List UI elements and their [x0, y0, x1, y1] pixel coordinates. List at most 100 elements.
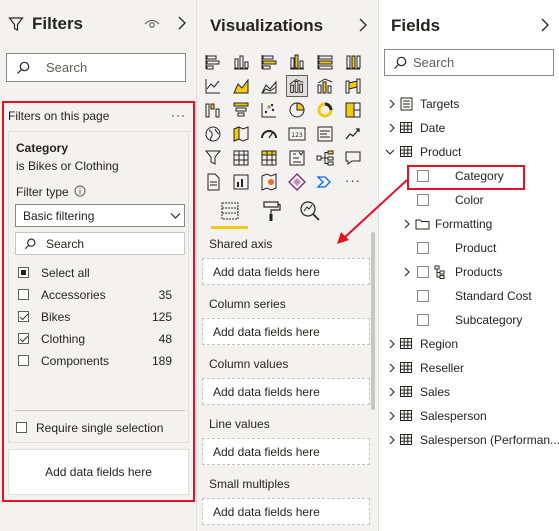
line-and-clustered-column-icon[interactable]	[316, 77, 334, 95]
field-table-reseller[interactable]: Reseller	[379, 358, 559, 378]
map-icon[interactable]	[204, 125, 222, 143]
collapse-fields-chevron-icon[interactable]	[539, 17, 551, 33]
field-table-targets[interactable]: Targets	[379, 94, 559, 114]
scatter-chart-icon[interactable]	[260, 101, 278, 119]
field-table-date[interactable]: Date	[379, 118, 559, 138]
divider	[15, 410, 185, 411]
add-data-fields-well[interactable]: Add data fields here	[8, 449, 189, 495]
build-visual-tab-icon[interactable]	[220, 201, 240, 221]
checkbox[interactable]	[16, 422, 27, 433]
matrix-icon[interactable]	[260, 149, 278, 167]
100-stacked-bar-icon[interactable]	[316, 53, 334, 71]
analytics-magnifier-icon[interactable]	[299, 200, 321, 222]
filter-card-search-input[interactable]: Search	[15, 232, 185, 255]
ribbon-chart-icon[interactable]	[344, 77, 362, 95]
field-label: Formatting	[435, 217, 493, 231]
field-folder-formatting[interactable]: Formatting	[379, 214, 559, 234]
filter-item-label: Select all	[41, 266, 90, 280]
filters-search-input[interactable]: Search	[6, 53, 186, 82]
well-label-column-values: Column values	[209, 357, 289, 371]
checkbox[interactable]	[18, 333, 29, 344]
filter-item-accessories[interactable]: Accessories 35	[9, 285, 190, 305]
field-hierarchy-products[interactable]: Products	[379, 262, 559, 282]
filter-item-components[interactable]: Components 189	[9, 351, 190, 371]
filter-item-bikes[interactable]: Bikes 125	[9, 307, 190, 327]
checkbox[interactable]	[18, 289, 29, 300]
power-automate-icon[interactable]	[316, 173, 334, 191]
card-icon[interactable]: 123	[288, 125, 306, 143]
field-product[interactable]: Product	[379, 238, 559, 258]
table-icon[interactable]	[232, 149, 250, 167]
viz-scrollbar[interactable]	[371, 232, 375, 410]
chevron-right-icon	[389, 99, 395, 109]
info-icon[interactable]	[74, 185, 86, 197]
well-column-series[interactable]: Add data fields here	[202, 318, 370, 345]
field-subcategory[interactable]: Subcategory	[379, 310, 559, 330]
filter-item-select-all[interactable]: Select all	[9, 263, 190, 283]
line-chart-icon[interactable]	[204, 77, 222, 95]
treemap-icon[interactable]	[344, 101, 362, 119]
field-table-sales[interactable]: Sales	[379, 382, 559, 402]
waterfall-chart-icon[interactable]	[204, 101, 222, 119]
well-shared-axis[interactable]: Add data fields here	[202, 258, 370, 285]
well-placeholder: Add data fields here	[213, 444, 320, 459]
collapse-viz-chevron-icon[interactable]	[357, 17, 369, 33]
funnel-chart-icon[interactable]	[232, 101, 250, 119]
line-and-stacked-column-icon[interactable]	[286, 75, 308, 97]
well-line-values[interactable]: Add data fields here	[202, 438, 370, 465]
more-visuals-icon[interactable]: ···	[345, 173, 361, 188]
filter-item-label: Bikes	[41, 310, 71, 324]
filled-map-icon[interactable]	[232, 125, 250, 143]
power-apps-icon[interactable]	[288, 173, 306, 191]
kpi-icon[interactable]	[344, 125, 362, 143]
checkbox[interactable]	[417, 290, 429, 302]
clustered-bar-chart-icon[interactable]	[260, 53, 278, 71]
filter-type-value: Basic filtering	[23, 209, 95, 223]
gauge-icon[interactable]	[260, 125, 278, 143]
checkbox[interactable]	[417, 266, 429, 278]
table-icon	[400, 434, 412, 445]
paginated-report-icon[interactable]	[204, 173, 222, 191]
filter-item-count: 48	[158, 332, 172, 346]
area-chart-icon[interactable]	[232, 77, 250, 95]
field-table-region[interactable]: Region	[379, 334, 559, 354]
require-single-label: Require single selection	[36, 421, 164, 435]
stacked-column-chart-icon[interactable]	[232, 53, 250, 71]
multi-row-card-icon[interactable]	[316, 125, 334, 143]
more-options-icon[interactable]: ···	[171, 108, 186, 122]
format-paint-roller-icon[interactable]	[261, 200, 281, 222]
field-color[interactable]: Color	[379, 190, 559, 210]
collapse-filters-chevron-icon[interactable]	[176, 15, 188, 31]
checkbox[interactable]	[417, 314, 429, 326]
fields-search-input[interactable]: Search	[384, 49, 554, 76]
stacked-area-chart-icon[interactable]	[260, 77, 278, 95]
well-small-multiples[interactable]: Add data fields here	[202, 498, 370, 525]
field-table-salesperson[interactable]: Salesperson	[379, 406, 559, 426]
category-filter-card[interactable]: Category is Bikes or Clothing Filter typ…	[8, 131, 189, 443]
require-single-selection-toggle[interactable]: Require single selection	[9, 418, 190, 438]
field-table-salesperson-performance[interactable]: Salesperson (Performan...	[379, 430, 559, 450]
field-standard-cost[interactable]: Standard Cost	[379, 286, 559, 306]
fields-title: Fields	[391, 16, 441, 35]
well-column-values[interactable]: Add data fields here	[202, 378, 370, 405]
slicer-icon[interactable]	[204, 149, 222, 167]
decomposition-tree-icon[interactable]	[316, 149, 334, 167]
100-stacked-column-icon[interactable]	[344, 53, 362, 71]
pie-chart-icon[interactable]	[288, 101, 306, 119]
checkbox[interactable]	[417, 194, 429, 206]
azure-map-icon[interactable]	[260, 173, 278, 191]
smart-narrative-icon[interactable]	[232, 173, 250, 191]
eye-icon[interactable]	[144, 18, 160, 30]
checkbox[interactable]	[417, 242, 429, 254]
qa-visual-icon[interactable]	[344, 149, 362, 167]
checkbox[interactable]	[18, 355, 29, 366]
stacked-bar-chart-icon[interactable]	[204, 53, 222, 71]
clustered-column-chart-icon[interactable]	[288, 53, 306, 71]
filter-item-clothing[interactable]: Clothing 48	[9, 329, 190, 349]
donut-chart-icon[interactable]	[316, 101, 334, 119]
field-table-product[interactable]: Product	[379, 142, 559, 162]
checkbox[interactable]	[18, 267, 29, 278]
filter-type-dropdown[interactable]: Basic filtering	[15, 204, 185, 227]
r-script-visual-icon[interactable]	[288, 149, 306, 167]
checkbox[interactable]	[18, 311, 29, 322]
